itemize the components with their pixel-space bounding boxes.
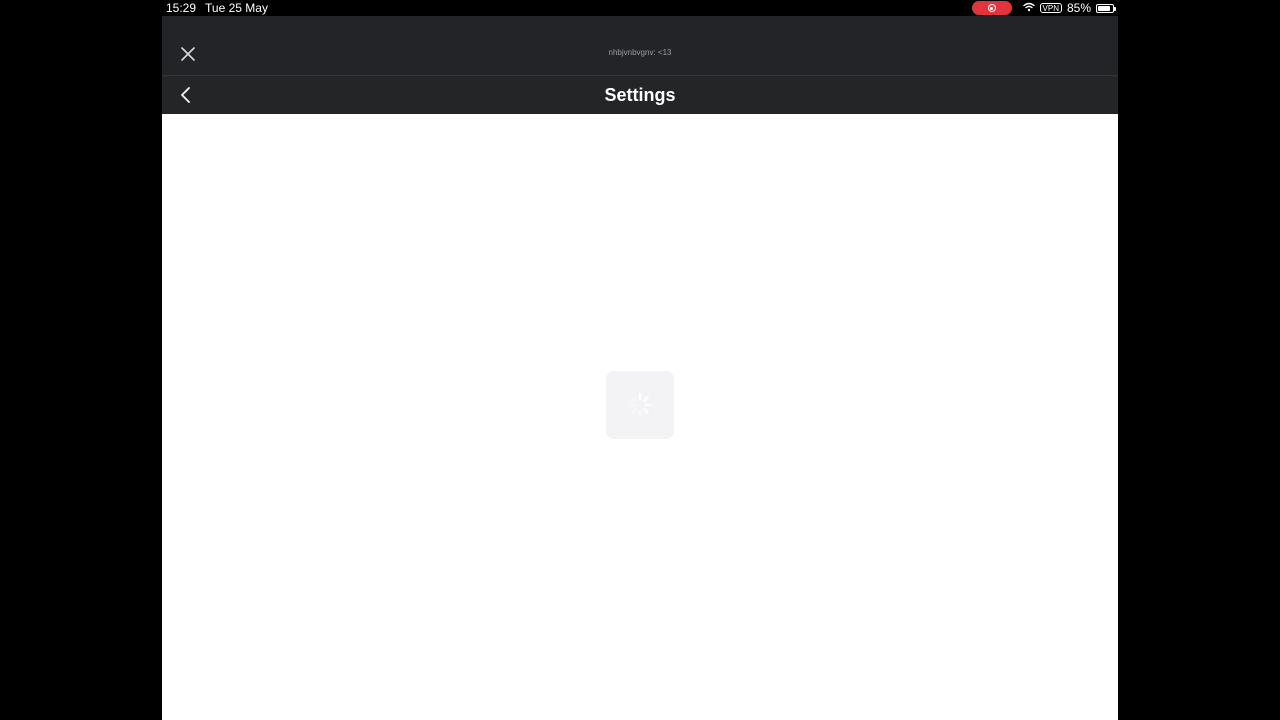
page-title: Settings xyxy=(604,85,676,105)
status-left: 15:29 Tue 25 May xyxy=(166,0,268,16)
header-bar: Settings xyxy=(162,76,1118,114)
status-bar: 15:29 Tue 25 May VPN 85% xyxy=(162,0,1118,16)
battery-percentage: 85% xyxy=(1066,1,1091,15)
top-bar: nhbjvnbvgnv: <13 xyxy=(162,16,1118,76)
spinner-icon xyxy=(627,392,653,418)
app-screen: 15:29 Tue 25 May VPN 85% nhbjvnbvgnv: <1… xyxy=(162,0,1118,720)
screen-recording-indicator[interactable] xyxy=(971,1,1012,15)
loading-indicator xyxy=(606,371,674,439)
vpn-badge: VPN xyxy=(1039,3,1062,13)
record-icon xyxy=(987,4,996,12)
status-date: Tue 25 May xyxy=(205,1,268,15)
status-right: VPN 85% xyxy=(971,0,1116,16)
status-time: 15:29 xyxy=(166,1,197,15)
battery-icon xyxy=(1096,3,1116,13)
wifi-icon xyxy=(1022,0,1035,16)
window-title: nhbjvnbvgnv: <13 xyxy=(608,48,672,57)
battery-level xyxy=(1098,5,1110,11)
